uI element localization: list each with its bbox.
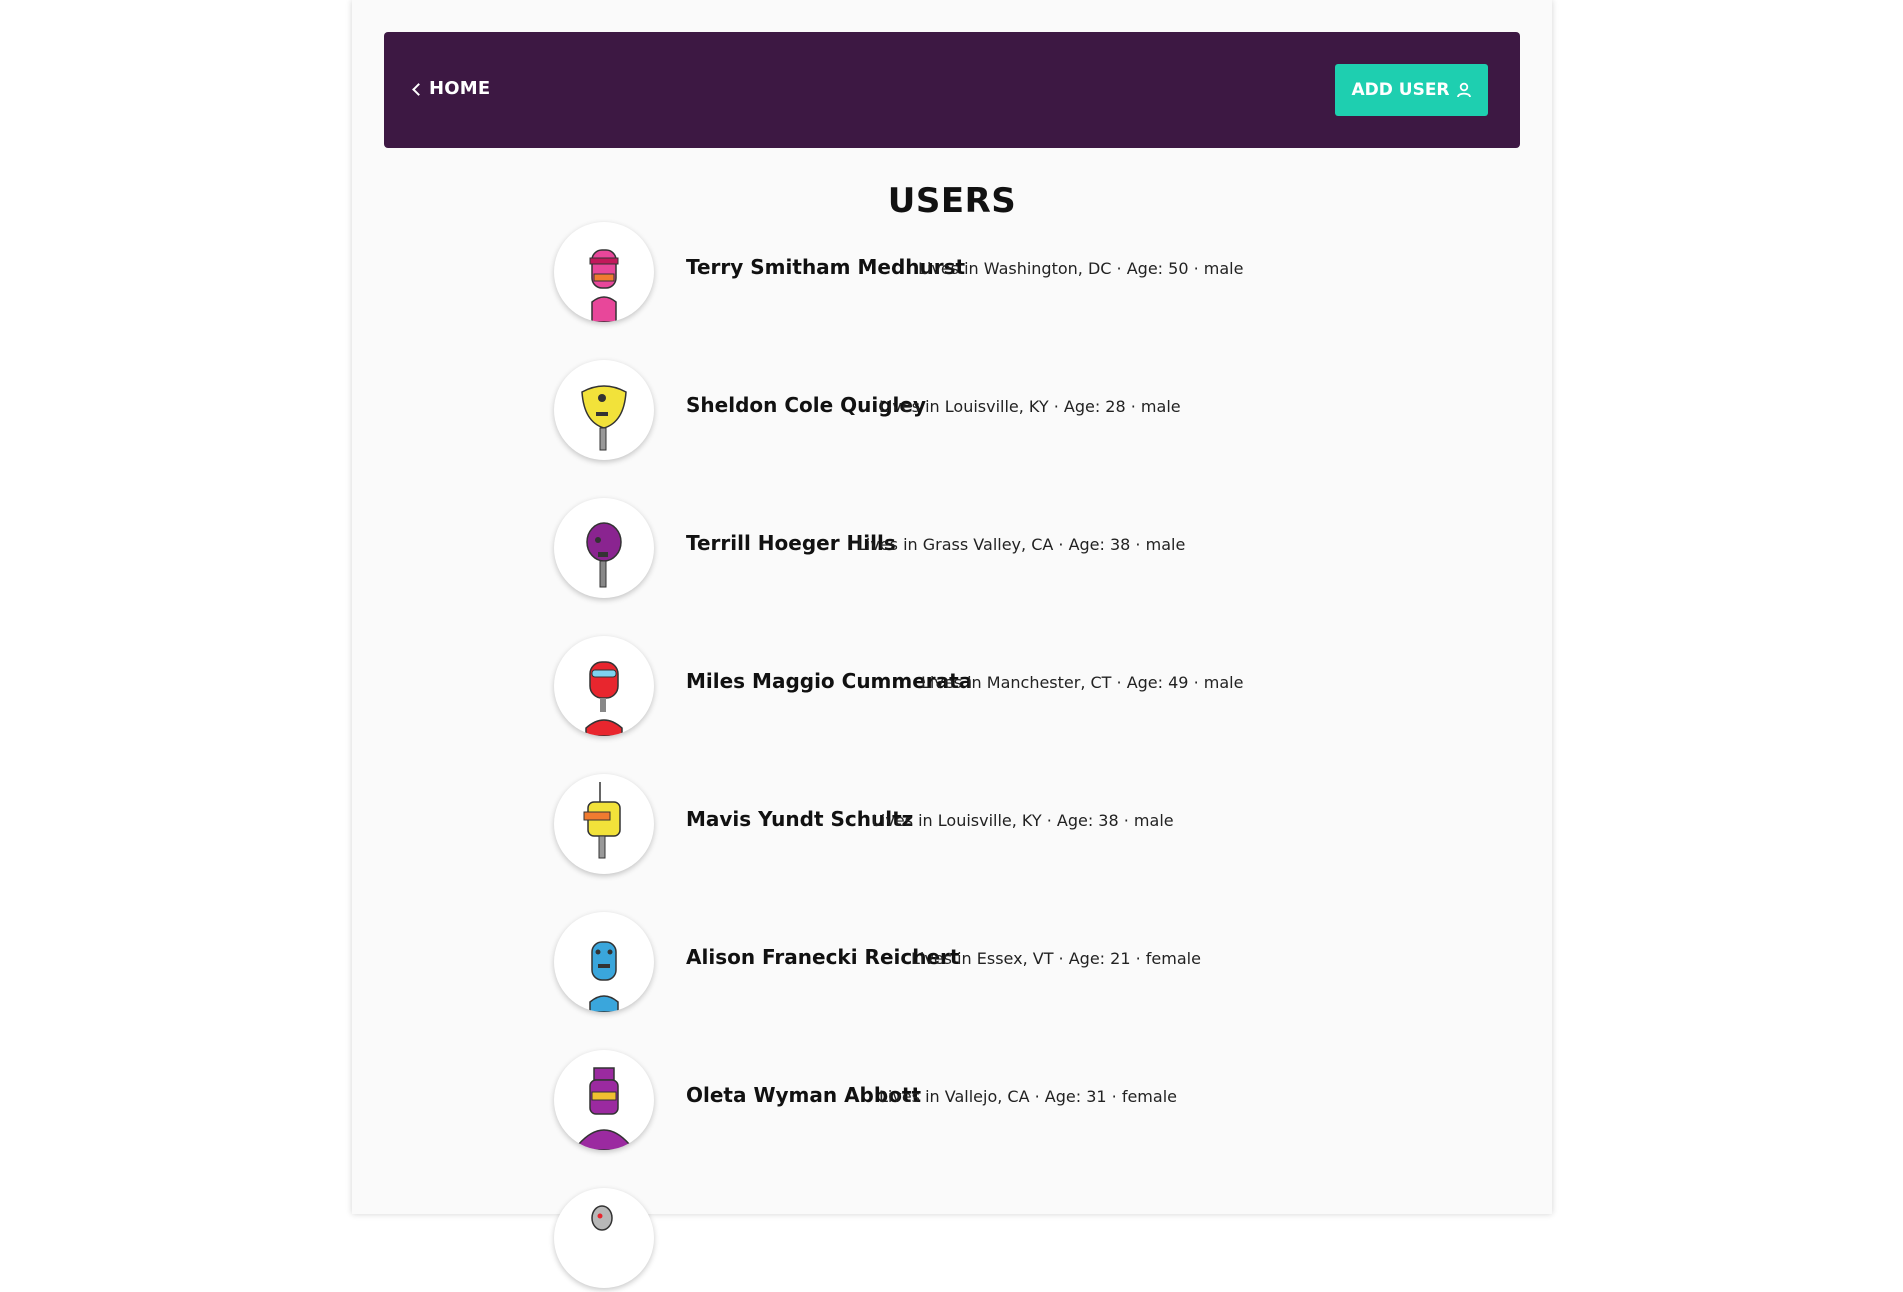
user-row[interactable]: Terrill Hoeger Hills Lives in Grass Valle… xyxy=(552,498,1352,602)
page-container: HOME ADD USER USERS Terry Smitham Medhur… xyxy=(352,0,1552,1288)
avatar[interactable] xyxy=(554,498,654,598)
user-row[interactable]: Oleta Wyman Abbott Lives in Vallejo, CA ·… xyxy=(552,1050,1352,1154)
user-row[interactable]: Sheldon Cole Quigley Lives in Louisville,… xyxy=(552,360,1352,464)
user-icon xyxy=(1456,82,1471,98)
user-info: Lives in Manchester, CT · Age: 49 · male xyxy=(921,673,1244,692)
avatar[interactable] xyxy=(554,636,654,736)
blue-robot-icon xyxy=(589,941,619,1012)
grey-robot-icon xyxy=(591,1205,613,1231)
avatar[interactable] xyxy=(554,1188,654,1288)
pink-robot-icon xyxy=(589,249,619,322)
avatar[interactable] xyxy=(554,222,654,322)
add-user-label: ADD USER xyxy=(1351,80,1450,100)
user-row[interactable]: Mavis Yundt Schultz Lives in Louisville, … xyxy=(552,774,1352,878)
avatar[interactable] xyxy=(554,1050,654,1150)
user-info: Lives in Washington, DC · Age: 50 · male xyxy=(918,259,1244,278)
avatar[interactable] xyxy=(554,360,654,460)
purple-robot-icon xyxy=(573,1067,635,1150)
page-title: USERS xyxy=(887,181,1017,221)
chevron-left-icon xyxy=(412,82,425,96)
user-info: Lives in Vallejo, CA · Age: 31 · female xyxy=(879,1087,1177,1106)
avatar[interactable] xyxy=(554,912,654,1012)
red-robot-icon xyxy=(585,661,623,736)
navbar: HOME ADD USER xyxy=(384,32,1520,148)
avatar[interactable] xyxy=(554,774,654,874)
yellow-robot-icon xyxy=(581,385,627,451)
user-info: Lives in Grass Valley, CA · Age: 38 · ma… xyxy=(857,535,1186,554)
add-user-button[interactable]: ADD USER xyxy=(1335,64,1488,116)
home-link[interactable]: HOME xyxy=(412,78,491,99)
user-row[interactable]: Miles Maggio Cummerata Lives in Mancheste… xyxy=(552,636,1352,740)
user-info: Lives in Essex, VT · Age: 21 · female xyxy=(911,949,1201,968)
home-label: HOME xyxy=(429,78,491,99)
user-info: Lives in Louisville, KY · Age: 38 · male xyxy=(872,811,1174,830)
user-row[interactable]: Terry Smitham Medhurst Lives in Washingto… xyxy=(552,222,1352,326)
user-info: Lives in Louisville, KY · Age: 28 · male xyxy=(879,397,1181,416)
yellow-robot-icon xyxy=(583,782,621,859)
purple-robot-icon xyxy=(586,522,622,588)
user-row[interactable] xyxy=(552,1188,1352,1292)
user-row[interactable]: Alison Franecki Reichert Lives in Essex, … xyxy=(552,912,1352,1016)
